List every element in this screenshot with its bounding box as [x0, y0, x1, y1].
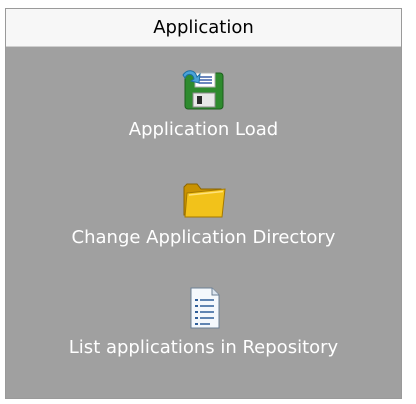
change-application-directory-label: Change Application Directory	[71, 227, 336, 248]
list-applications-button[interactable]: List applications in Repository	[6, 285, 401, 359]
folder-icon	[183, 183, 226, 218]
floppy-disk-icon	[181, 70, 223, 110]
change-application-directory-button[interactable]: Change Application Directory	[6, 175, 401, 249]
panel-header: Application	[6, 9, 401, 47]
application-load-label: Application Load	[128, 119, 279, 140]
panel-title: Application	[153, 17, 254, 38]
list-applications-label: List applications in Repository	[68, 337, 339, 358]
application-load-button[interactable]: Application Load	[6, 67, 401, 141]
application-panel: Application Application Load Change Appl…	[5, 8, 402, 399]
document-list-icon	[190, 287, 219, 329]
